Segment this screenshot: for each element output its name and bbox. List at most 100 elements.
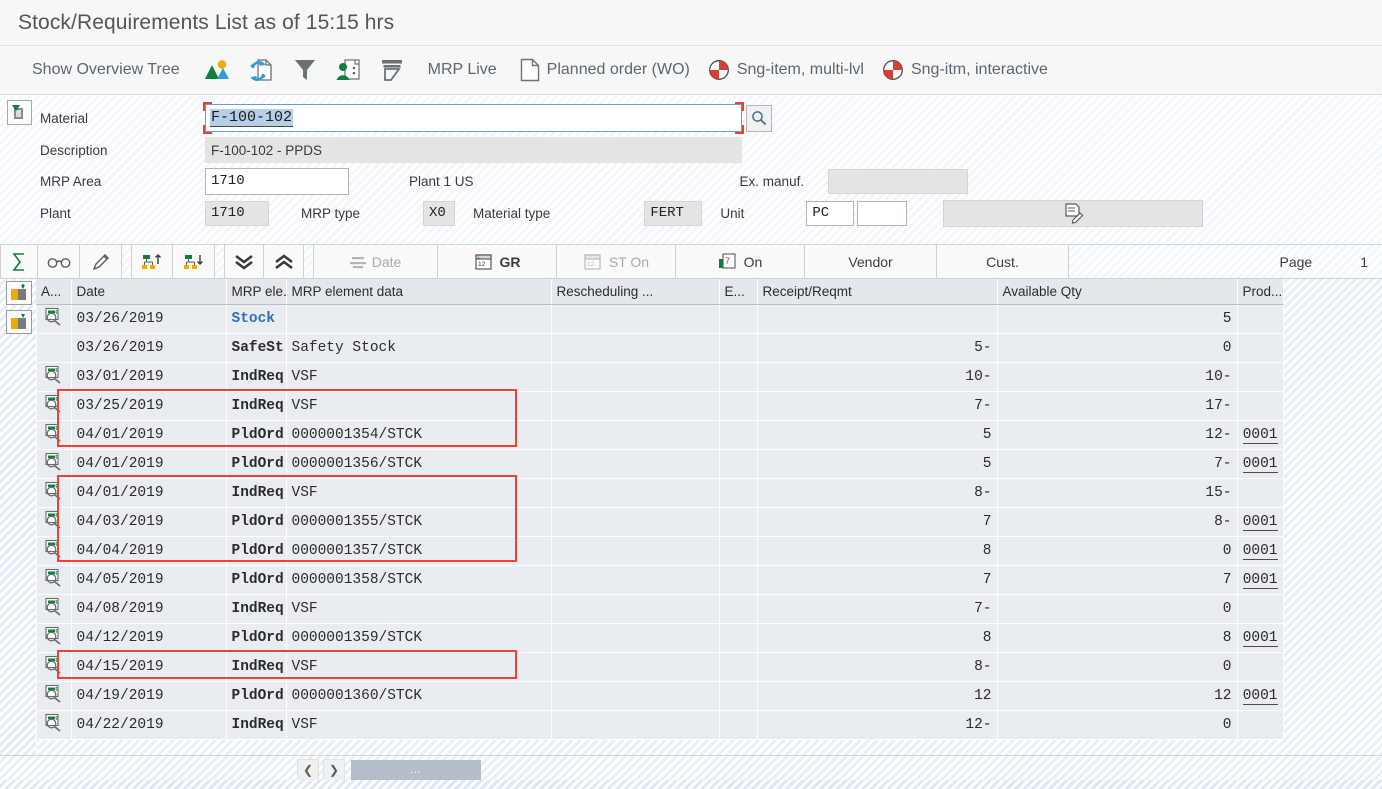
title-bar: Stock/Requirements List as of 15:15 hrs bbox=[0, 0, 1382, 46]
row-detail-icon[interactable] bbox=[36, 536, 72, 566]
planned-order-label: Planned order (WO) bbox=[546, 61, 690, 78]
prod-link[interactable]: 0001 bbox=[1242, 571, 1278, 589]
svg-text:12: 12 bbox=[587, 261, 595, 268]
select-all-corner-button[interactable] bbox=[6, 281, 32, 305]
unit-input[interactable]: PC bbox=[806, 200, 855, 226]
row-detail-icon[interactable] bbox=[36, 594, 72, 624]
material-search-help-button[interactable] bbox=[746, 104, 772, 132]
column-header-available-qty[interactable]: Available Qty bbox=[997, 279, 1238, 305]
sng-itm-interactive-button[interactable]: Sng-itm, interactive bbox=[873, 53, 1057, 87]
filter-icon bbox=[294, 58, 316, 82]
row-detail-icon[interactable] bbox=[36, 449, 72, 479]
column-header-date[interactable]: Date bbox=[71, 279, 227, 305]
row-detail-icon[interactable] bbox=[36, 565, 72, 595]
prod-link[interactable]: 0001 bbox=[1242, 513, 1278, 531]
edit-button[interactable] bbox=[80, 245, 122, 278]
ex-manuf-input[interactable] bbox=[828, 168, 969, 194]
table-row[interactable]: 04/01/2019 PldOrd 0000001354/STCK 5 12- 0001 bbox=[36, 420, 1284, 450]
show-overview-tree-button[interactable]: Show Overview Tree bbox=[18, 53, 194, 87]
column-header-rescheduling[interactable]: Rescheduling ... bbox=[551, 279, 720, 305]
table-left-action-button[interactable] bbox=[6, 310, 32, 334]
plant-input[interactable]: 1710 bbox=[205, 200, 269, 226]
mrp-area-input[interactable]: 1710 bbox=[205, 167, 349, 195]
table-row[interactable]: 03/01/2019 IndReq VSF 10- 10- bbox=[36, 362, 1284, 392]
sort-ascending-button[interactable] bbox=[131, 245, 173, 278]
column-header-receipt-reqmt[interactable]: Receipt/Reqmt bbox=[757, 279, 998, 305]
cell-e bbox=[719, 565, 758, 595]
table-row[interactable]: 04/05/2019 PldOrd 0000001358/STCK 7 7 0001 bbox=[36, 565, 1284, 595]
table-row[interactable]: 03/26/2019 SafeSt Safety Stock 5- 0 bbox=[36, 333, 1284, 363]
gr-button[interactable]: 12 1 GR bbox=[438, 245, 557, 278]
scroll-left-button[interactable]: ❮ bbox=[297, 759, 319, 781]
cell-prod: 0001 bbox=[1237, 449, 1284, 479]
sum-button[interactable] bbox=[0, 245, 38, 278]
column-header-mrp-element[interactable]: MRP ele... bbox=[226, 279, 287, 305]
material-type-input[interactable]: FERT bbox=[644, 200, 703, 226]
mrp-type-input[interactable]: X0 bbox=[423, 200, 456, 226]
st-on-button[interactable]: 12 ST On bbox=[557, 245, 676, 278]
column-header-mrp-element-data[interactable]: MRP element data bbox=[286, 279, 552, 305]
scroll-right-button[interactable]: ❯ bbox=[323, 759, 345, 781]
refresh-button[interactable] bbox=[240, 53, 284, 87]
prod-link[interactable]: 0001 bbox=[1242, 542, 1278, 560]
date-button[interactable]: Date bbox=[313, 245, 438, 278]
table-row[interactable]: 04/19/2019 PldOrd 0000001360/STCK 12 12 0001 bbox=[36, 681, 1284, 711]
cell-prod: 0001 bbox=[1237, 420, 1284, 450]
sort-descending-button[interactable] bbox=[173, 245, 215, 278]
scroll-thumb[interactable]: … bbox=[351, 760, 481, 780]
planned-order-button[interactable]: Planned order (WO) bbox=[511, 53, 699, 87]
vendor-button[interactable]: Vendor bbox=[805, 245, 937, 278]
sng-item-multi-lvl-button[interactable]: Sng-item, multi-lvl bbox=[699, 53, 873, 87]
row-detail-icon[interactable] bbox=[36, 623, 72, 653]
cell-receipt-reqmt: 8 bbox=[757, 536, 998, 566]
cell-rescheduling bbox=[551, 449, 720, 479]
row-detail-icon[interactable] bbox=[36, 391, 72, 421]
table-row[interactable]: 03/25/2019 IndReq VSF 7- 17- bbox=[36, 391, 1284, 421]
column-header-prod[interactable]: Prod... bbox=[1237, 279, 1284, 305]
table-row[interactable]: 04/08/2019 IndReq VSF 7- 0 bbox=[36, 594, 1284, 624]
expand-all-button[interactable] bbox=[264, 245, 304, 278]
detail-icon bbox=[45, 539, 61, 558]
table-row[interactable]: 04/03/2019 PldOrd 0000001355/STCK 7 8- 0001 bbox=[36, 507, 1284, 537]
row-detail-icon[interactable] bbox=[36, 681, 72, 711]
prod-link[interactable]: 0001 bbox=[1242, 426, 1278, 444]
row-detail-icon[interactable] bbox=[36, 362, 72, 392]
glasses-button[interactable] bbox=[38, 245, 80, 278]
prod-link[interactable]: 0001 bbox=[1242, 455, 1278, 473]
prod-link[interactable]: 0001 bbox=[1242, 687, 1278, 705]
cust-button[interactable]: Cust. bbox=[937, 245, 1069, 278]
table-row[interactable]: 04/01/2019 PldOrd 0000001356/STCK 5 7- 0001 bbox=[36, 449, 1284, 479]
table-row[interactable]: 04/15/2019 IndReq VSF 8- 0 bbox=[36, 652, 1284, 682]
row-detail-icon[interactable] bbox=[36, 507, 72, 537]
cell-available-qty: 17- bbox=[997, 391, 1238, 421]
mrp-live-button[interactable]: MRP Live bbox=[414, 53, 511, 87]
row-detail-icon[interactable] bbox=[36, 478, 72, 508]
column-header-e[interactable]: E... bbox=[719, 279, 758, 305]
table-row[interactable]: 03/26/2019 Stock 5 bbox=[36, 304, 1284, 334]
print-button[interactable] bbox=[370, 53, 414, 87]
on-button[interactable]: 7 On bbox=[676, 245, 805, 278]
horizontal-scrollbar[interactable]: ❮ ❯ … bbox=[297, 759, 481, 781]
document-icon bbox=[520, 58, 540, 82]
table-row[interactable]: 04/22/2019 IndReq VSF 12- 0 bbox=[36, 710, 1284, 740]
detail-icon bbox=[45, 510, 61, 529]
graphic-button[interactable] bbox=[194, 53, 240, 87]
row-detail-icon[interactable] bbox=[36, 420, 72, 450]
column-header-a[interactable]: A... bbox=[36, 279, 72, 305]
cell-mrp-element-data: VSF bbox=[286, 478, 552, 508]
notes-field[interactable] bbox=[943, 199, 1204, 227]
cell-mrp-element: PldOrd bbox=[226, 565, 287, 595]
filter-button[interactable] bbox=[284, 53, 326, 87]
collapse-all-button[interactable] bbox=[224, 245, 264, 278]
table-row[interactable]: 04/04/2019 PldOrd 0000001357/STCK 8 0 0001 bbox=[36, 536, 1284, 566]
row-detail-icon[interactable] bbox=[36, 710, 72, 740]
row-detail-icon[interactable] bbox=[36, 304, 72, 334]
prod-link[interactable]: 0001 bbox=[1242, 629, 1278, 647]
unit-input-2[interactable] bbox=[857, 200, 908, 226]
row-detail-icon[interactable] bbox=[36, 652, 72, 682]
table-header-row: A... Date MRP ele... MRP element data Re… bbox=[36, 279, 1284, 305]
table-row[interactable]: 04/01/2019 IndReq VSF 8- 15- bbox=[36, 478, 1284, 508]
table-row[interactable]: 04/12/2019 PldOrd 0000001359/STCK 8 8 0001 bbox=[36, 623, 1284, 653]
person-settings-button[interactable] bbox=[326, 53, 370, 87]
material-input[interactable]: F-100-102 bbox=[205, 104, 742, 132]
